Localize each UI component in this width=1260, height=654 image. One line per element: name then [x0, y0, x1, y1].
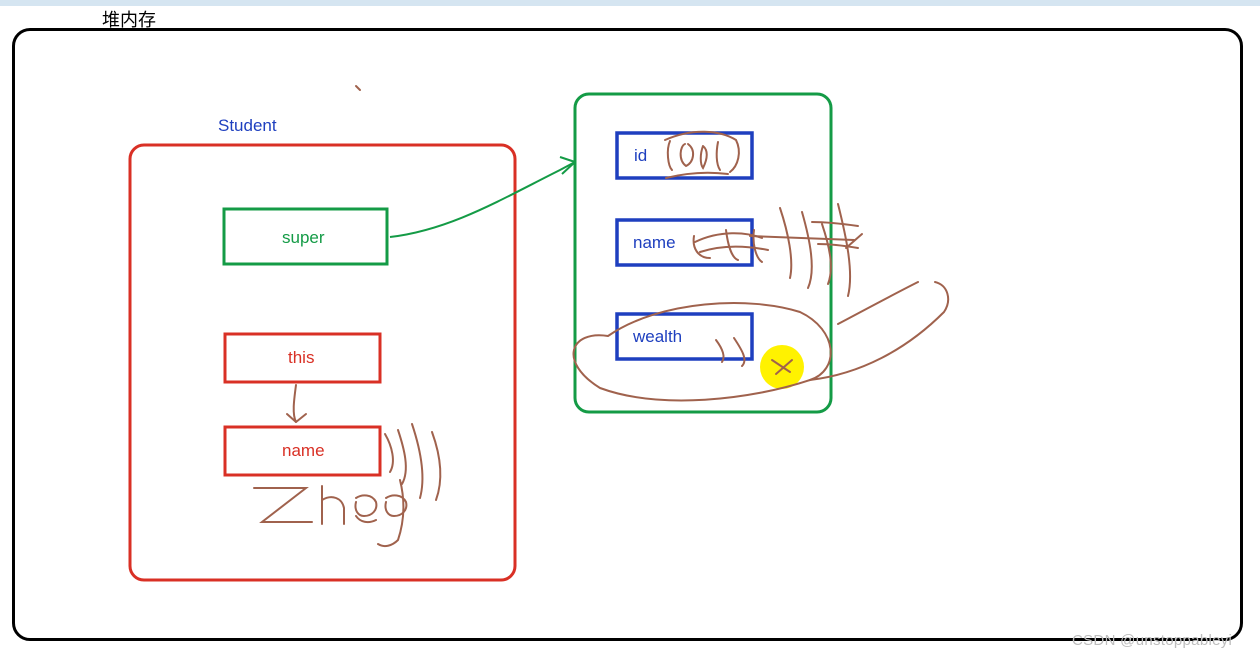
watermark: CSDN @unstoppableyi	[1072, 632, 1232, 649]
super-label: super	[282, 228, 325, 248]
heap-memory-frame	[12, 28, 1243, 641]
wealth-label: wealth	[633, 327, 682, 347]
left-name-label: name	[282, 441, 325, 461]
id-label: id	[634, 146, 647, 166]
this-label: this	[288, 348, 314, 368]
top-bar	[0, 0, 1260, 6]
student-title: Student	[218, 116, 277, 136]
parent-name-label: name	[633, 233, 676, 253]
